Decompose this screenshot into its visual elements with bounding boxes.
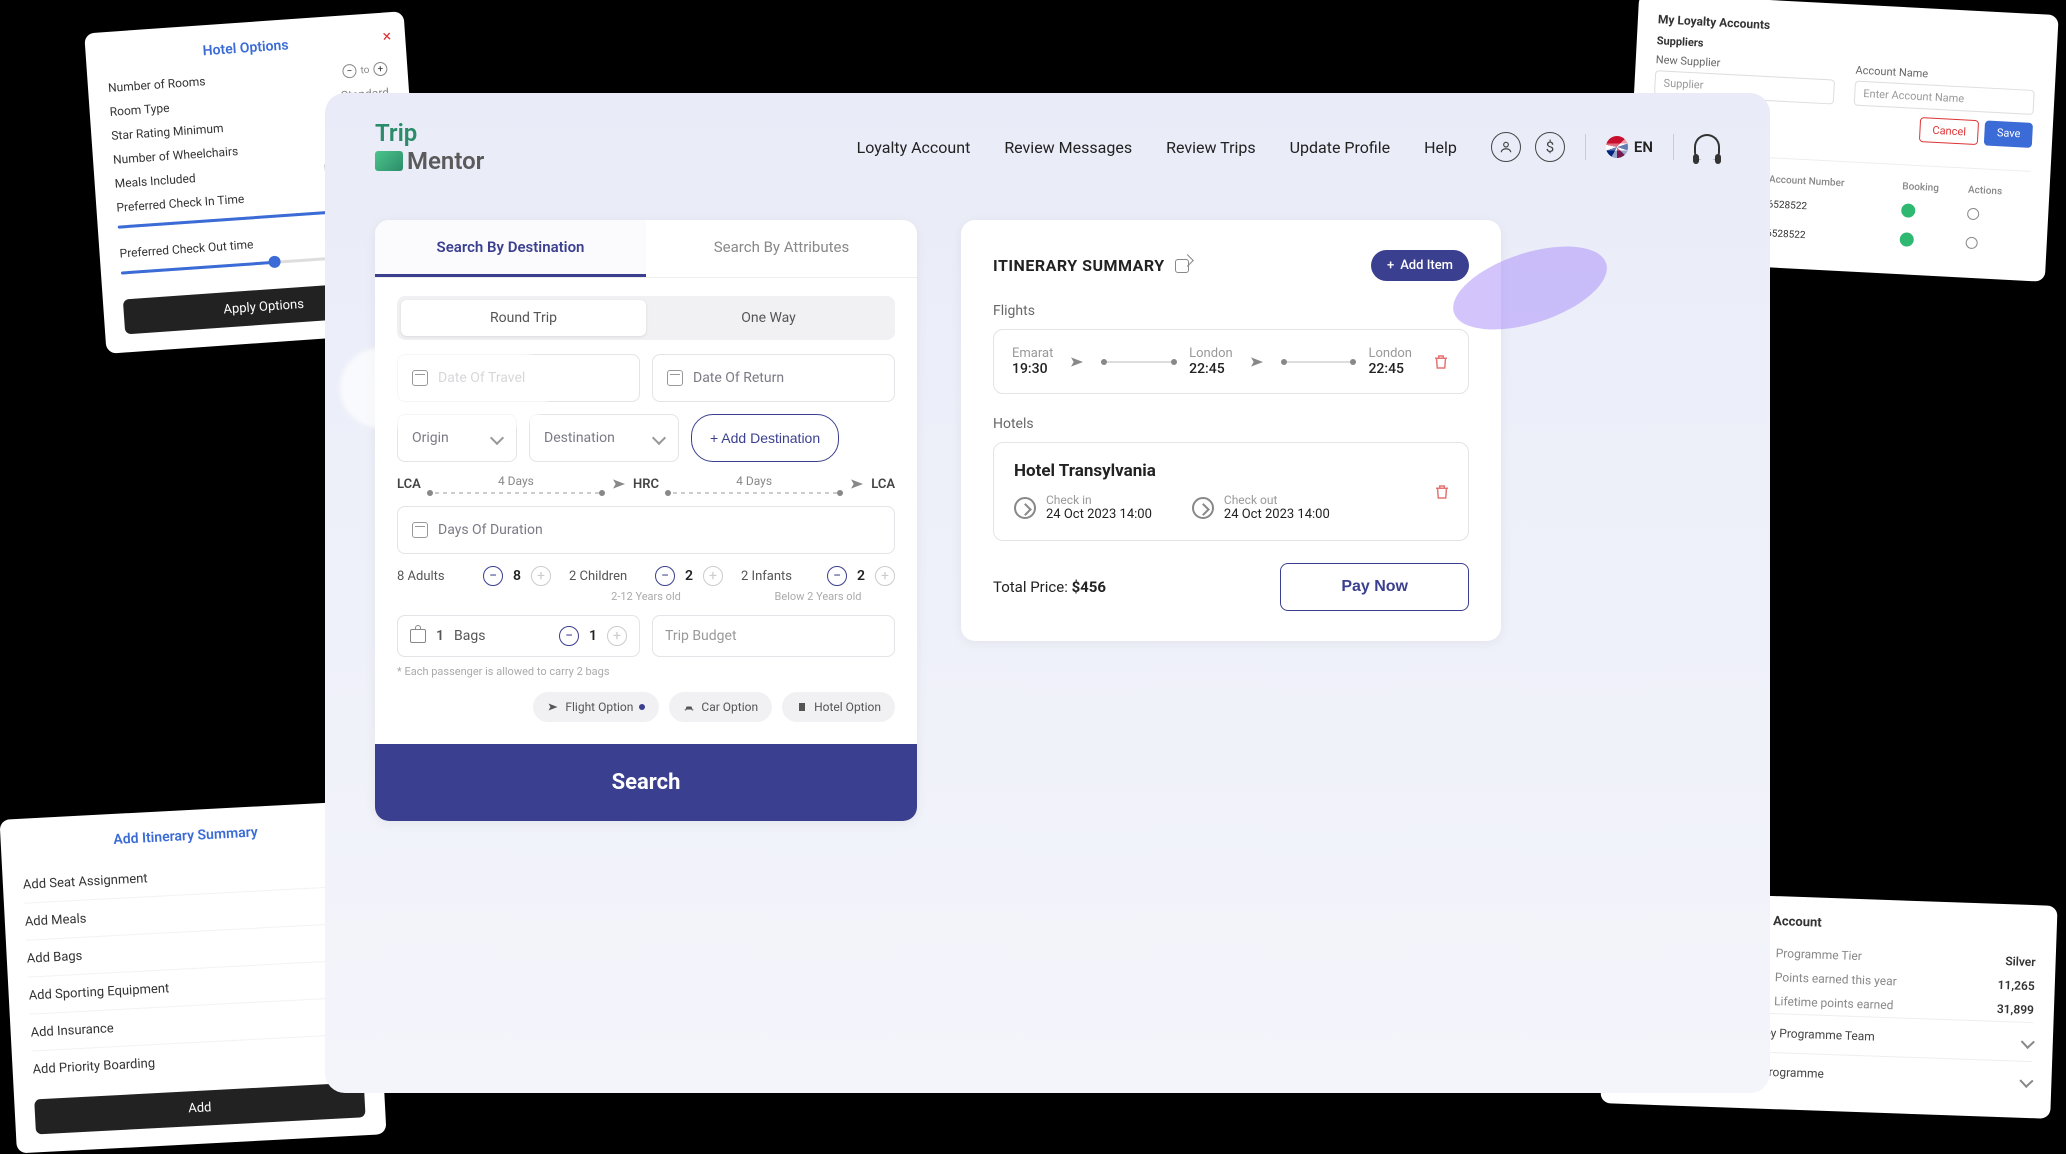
chevron-down-icon [652,431,666,445]
external-link-icon[interactable] [1175,259,1189,273]
bag-hint: * Each passenger is allowed to carry 2 b… [397,665,895,678]
search-panel: Search By Destination Search By Attribut… [375,220,917,821]
status-badge [1901,203,1916,218]
logo-icon [375,151,403,171]
language-selector[interactable]: EN [1606,136,1653,158]
suitcase-icon [410,629,426,643]
plane-icon [611,476,627,492]
add-item-button[interactable]: +Add Item [1371,250,1469,281]
calendar-icon [412,522,428,538]
hotel-card: Hotel Transylvania Check in24 Oct 2023 1… [993,442,1469,541]
trash-icon[interactable] [1433,483,1451,501]
plane-icon [547,701,559,713]
calendar-icon [667,370,683,386]
days-duration-field[interactable]: Days Of Duration [397,506,895,554]
building-icon [796,701,808,713]
checkout-label: Preferred Check Out time [119,237,254,260]
flights-label: Flights [993,303,1469,319]
tab-search-attributes[interactable]: Search By Attributes [646,220,917,277]
trash-icon[interactable] [1432,353,1450,371]
save-button[interactable]: Save [1984,120,2033,147]
gear-icon[interactable] [1965,237,1978,250]
hotel-name: Hotel Transylvania [1014,461,1448,481]
add-button[interactable]: Add [34,1082,365,1134]
minus-button[interactable]: − [827,566,847,586]
car-icon [683,701,695,713]
account-name-input[interactable]: Enter Account Name [1854,81,2035,115]
chevron-down-icon [2019,1074,2033,1088]
plus-button[interactable]: + [875,566,895,586]
one-way-option[interactable]: One Way [646,300,891,336]
round-trip-option[interactable]: Round Trip [401,300,646,336]
search-button[interactable]: Search [375,744,917,821]
minus-button[interactable]: − [483,566,503,586]
flight-option-chip[interactable]: Flight Option [533,692,659,722]
car-option-chip[interactable]: Car Option [669,692,772,722]
nav-loyalty[interactable]: Loyalty Account [857,138,971,157]
add-destination-button[interactable]: + Add Destination [691,414,839,462]
meals-label: Meals Included [114,171,196,191]
total-price: Total Price: $456 [993,578,1106,596]
nav-profile[interactable]: Update Profile [1290,138,1391,157]
checkin-icon [1014,497,1036,519]
route-preview: LCA 4 Days HRC 4 Days LCA [397,474,895,494]
plus-button[interactable]: + [703,566,723,586]
rooms-stepper[interactable]: −to+ [342,62,388,79]
nav-trips[interactable]: Review Trips [1166,138,1256,157]
plus-button[interactable]: + [607,626,627,646]
itinerary-panel: ITINERARY SUMMARY +Add Item Flights Emar… [961,220,1501,641]
minus-button[interactable]: − [655,566,675,586]
calendar-icon [412,370,428,386]
star-label: Star Rating Minimum [111,121,224,143]
gear-icon[interactable] [1966,208,1979,221]
chevron-down-icon [2021,1035,2035,1049]
cancel-button[interactable]: Cancel [1919,117,1980,145]
destination-field[interactable]: Destination [529,414,679,462]
logo[interactable]: Trip Mentor [375,119,484,175]
rooms-label: Number of Rooms [108,74,206,95]
itinerary-title: ITINERARY SUMMARY [993,256,1165,275]
user-icon[interactable] [1491,132,1521,162]
app-window: Trip Mentor Loyalty Account Review Messa… [325,93,1770,1093]
support-icon[interactable] [1694,134,1720,160]
date-return-field[interactable]: Date Of Return [652,354,895,402]
cloud-decoration [340,348,550,428]
chevron-down-icon [490,431,504,445]
header: Trip Mentor Loyalty Account Review Messa… [325,93,1770,175]
flight-card: Emarat19:30 London22:45 London22:45 [993,329,1469,394]
nav-help[interactable]: Help [1424,138,1457,157]
tab-search-destination[interactable]: Search By Destination [375,220,646,277]
status-badge [1899,232,1914,247]
minus-button[interactable]: − [559,626,579,646]
hotels-label: Hotels [993,416,1469,432]
checkout-icon [1192,497,1214,519]
hotel-option-chip[interactable]: Hotel Option [782,692,895,722]
active-dot-icon [639,704,645,710]
plane-icon [849,476,865,492]
nav-messages[interactable]: Review Messages [1004,138,1132,157]
trip-budget-field[interactable]: Trip Budget [652,615,895,657]
close-icon[interactable]: × [382,26,392,46]
children-stepper: 2 Children −2+ [569,566,723,586]
trip-type-toggle: Round Trip One Way [397,296,895,340]
bags-field: 1 Bags −1+ [397,615,640,657]
plane-icon [1069,354,1085,370]
roomtype-label: Room Type [109,101,170,119]
flag-icon [1606,136,1628,158]
pay-now-button[interactable]: Pay Now [1280,563,1469,611]
add-itinerary-title: Add Itinerary Summary [20,820,350,853]
adults-stepper: 8 Adults −8+ [397,566,551,586]
main-nav: Loyalty Account Review Messages Review T… [857,132,1720,162]
plane-icon [1249,354,1265,370]
infants-stepper: 2 Infants −2+ [741,566,895,586]
currency-icon[interactable]: $ [1535,132,1565,162]
checkin-label: Preferred Check In Time [116,192,245,215]
plus-button[interactable]: + [531,566,551,586]
